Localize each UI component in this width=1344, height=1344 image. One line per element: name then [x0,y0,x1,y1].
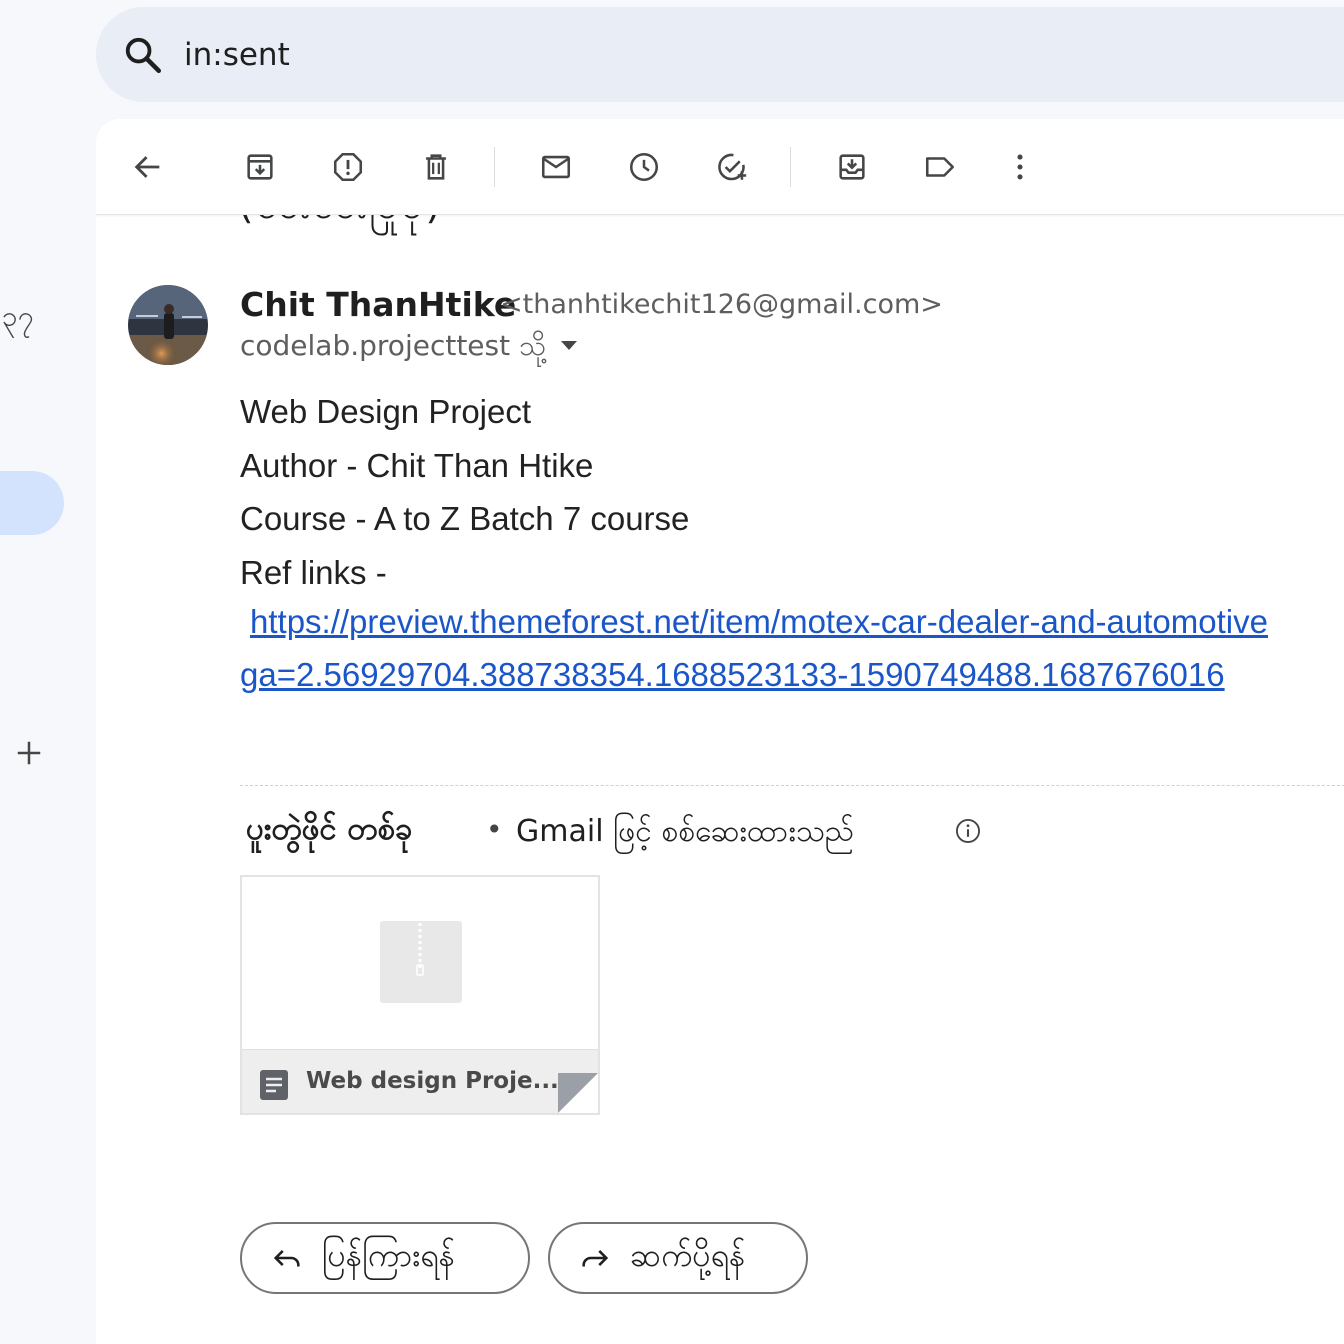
snooze-button[interactable] [622,145,666,189]
forward-button[interactable]: ဆက်ပို့ရန် [548,1222,808,1294]
reply-label: ပြန်ကြားရန် [322,1236,456,1274]
back-button[interactable] [126,145,170,189]
plus-icon[interactable] [14,738,44,768]
ref-link[interactable]: https://preview.themeforest.net/item/mot… [250,603,1268,641]
forward-label: ဆက်ပို့ရန် [630,1236,746,1274]
more-options-button[interactable] [998,145,1042,189]
sidebar-count: ၃၇ [2,300,34,333]
clock-icon [629,152,659,182]
report-spam-button[interactable] [326,145,370,189]
search-icon[interactable] [122,34,164,76]
add-to-tasks-button[interactable] [710,145,754,189]
attachment-footer: Web design Proje... [242,1049,598,1113]
scan-note: Gmail ဖြင့် စစ်ဆေးထားသည် [516,814,854,849]
label-icon [925,157,955,177]
archive-button[interactable] [238,145,282,189]
reply-icon [273,1250,300,1267]
body-line: Web Design Project [240,393,532,430]
arrow-back-icon [134,156,160,178]
message-body: Web Design Project Author - Chit Than Ht… [240,385,689,599]
delete-button[interactable] [414,145,458,189]
mail-icon [541,155,571,179]
attachment-name: Web design Proje... [306,1068,559,1094]
task-add-icon [718,153,747,181]
info-icon[interactable] [954,817,982,845]
sender-name[interactable]: Chit ThanHtike [240,285,516,324]
body-line: Ref links - [240,553,387,591]
avatar[interactable] [128,285,208,365]
avatar-photo [128,285,208,365]
attachments-title: ပူးတွဲဖိုင် တစ်ခု [246,811,413,847]
attachment-card[interactable]: Web design Proje... [240,875,600,1115]
page-fold-corner [558,1073,598,1113]
move-to-inbox-icon [839,154,865,180]
toolbar-separator [494,147,495,187]
body-line: Author - Chit Than Htike [240,446,594,484]
message-pane: (ပေးပေးပြုပုံ) Chit ThanHtike <thanhtike… [96,119,1344,1344]
labels-button[interactable] [918,145,962,189]
sidebar-active-item[interactable] [0,471,64,535]
move-to-button[interactable] [830,145,874,189]
ref-link-continued[interactable]: ga=2.56929704.388738354.1688523133-15907… [240,656,1225,694]
mark-unread-button[interactable] [534,145,578,189]
sender-email: <thanhtikechit126@gmail.com> [500,289,943,320]
document-icon [260,1070,288,1100]
recipient-line: codelab.projecttest သို့ [240,329,547,362]
toolbar-separator [790,147,791,187]
separator-dot: • [486,813,503,846]
more-vert-icon [1017,154,1023,180]
attachments-divider [240,785,1344,786]
zip-file-icon [380,921,462,1003]
archive-icon [247,154,273,180]
reply-button[interactable]: ပြန်ကြားရန် [240,1222,530,1294]
body-line: Course - A to Z Batch 7 course [240,500,690,537]
message-toolbar [96,119,1344,215]
search-input[interactable]: in:sent [184,36,290,74]
chevron-down-icon[interactable] [558,337,580,353]
forward-icon [582,1250,609,1267]
spam-icon [333,152,363,182]
trash-icon [426,154,446,180]
